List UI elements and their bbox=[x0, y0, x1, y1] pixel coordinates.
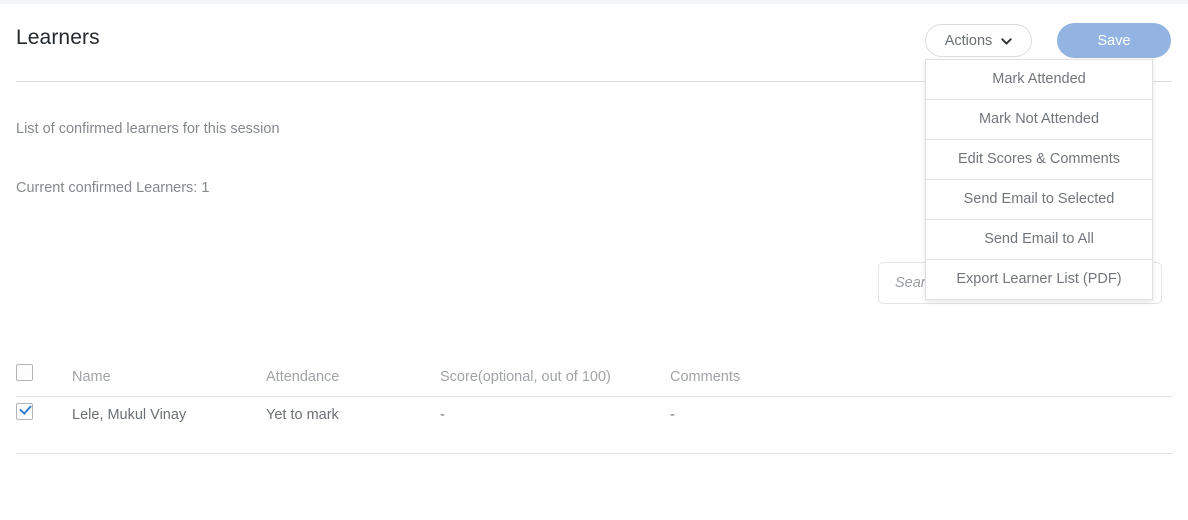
confirmed-learners-count: Current confirmed Learners: 1 bbox=[16, 180, 210, 196]
column-header-comments: Comments bbox=[670, 369, 741, 385]
save-button[interactable]: Save bbox=[1057, 23, 1171, 58]
cell-attendance: Yet to mark bbox=[266, 407, 339, 423]
learners-table: Name Attendance Score(optional, out of 1… bbox=[16, 358, 1172, 454]
actions-button[interactable]: Actions bbox=[925, 24, 1032, 57]
chevron-down-icon bbox=[1001, 34, 1012, 45]
actions-button-label: Actions bbox=[944, 32, 993, 49]
cell-learner-name: Lele, Mukul Vinay bbox=[72, 407, 187, 423]
column-header-attendance: Attendance bbox=[266, 369, 340, 385]
cell-comments: - bbox=[670, 407, 675, 423]
menu-item-mark-not-attended[interactable]: Mark Not Attended bbox=[926, 100, 1152, 140]
menu-item-mark-attended[interactable]: Mark Attended bbox=[926, 60, 1152, 100]
session-description: List of confirmed learners for this sess… bbox=[16, 121, 280, 137]
column-header-name: Name bbox=[72, 369, 111, 385]
table-header-row: Name Attendance Score(optional, out of 1… bbox=[16, 358, 1172, 397]
menu-item-edit-scores-comments[interactable]: Edit Scores & Comments bbox=[926, 140, 1152, 180]
menu-item-send-email-selected[interactable]: Send Email to Selected bbox=[926, 180, 1152, 220]
learners-page: Learners Actions Save List of confirmed … bbox=[0, 0, 1188, 520]
table-row: Lele, Mukul Vinay Yet to mark - - bbox=[16, 397, 1172, 454]
page-title: Learners bbox=[16, 26, 100, 49]
column-header-score: Score(optional, out of 100) bbox=[440, 369, 611, 385]
window-top-strip bbox=[0, 0, 1188, 4]
select-all-checkbox-cell bbox=[16, 364, 33, 381]
actions-dropdown-menu: Mark Attended Mark Not Attended Edit Sco… bbox=[925, 59, 1153, 300]
menu-item-export-learner-list[interactable]: Export Learner List (PDF) bbox=[926, 260, 1152, 299]
cell-score: - bbox=[440, 407, 445, 423]
menu-item-send-email-all[interactable]: Send Email to All bbox=[926, 220, 1152, 260]
row-checkbox-cell bbox=[16, 403, 33, 420]
row-select-checkbox[interactable] bbox=[16, 403, 33, 420]
select-all-checkbox[interactable] bbox=[16, 364, 33, 381]
